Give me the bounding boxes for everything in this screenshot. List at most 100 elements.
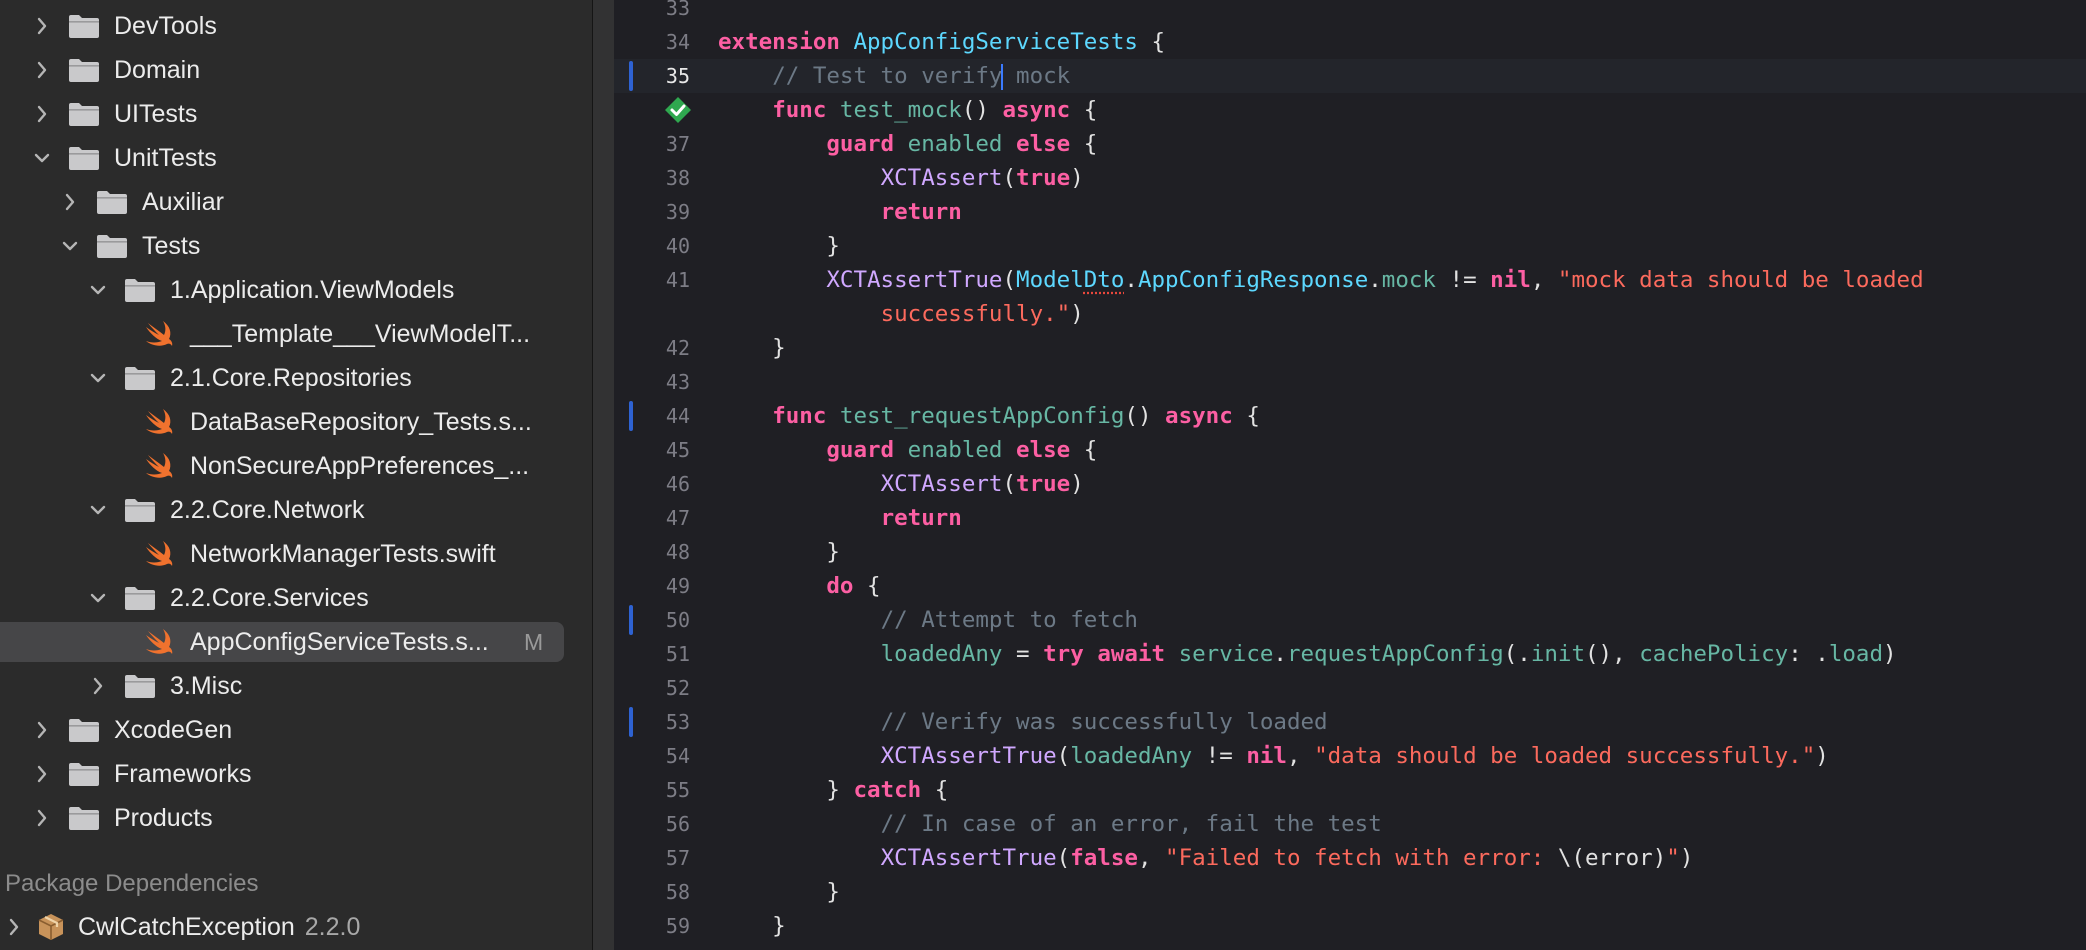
code-line[interactable]: 38 XCTAssert(true) (614, 161, 2086, 195)
chevron-down-icon[interactable] (90, 278, 106, 302)
code-token: ( (1002, 165, 1017, 191)
code-line[interactable]: 39 return (614, 195, 2086, 229)
code-token: } (718, 913, 786, 939)
chevron-right-icon[interactable] (6, 915, 22, 939)
swift-file-icon (144, 320, 174, 348)
code-line[interactable]: } (614, 943, 2086, 950)
change-indicator-bar[interactable] (629, 605, 633, 635)
code-token: XCTAssert (880, 165, 1003, 191)
chevron-right-icon[interactable] (34, 806, 50, 830)
package-icon (36, 912, 66, 942)
code-token: != (1435, 267, 1491, 293)
code-line[interactable]: 35 // Test to verify mock (614, 59, 2086, 93)
folder-row-tests[interactable]: Tests (0, 226, 592, 266)
chevron-right-icon[interactable] (34, 102, 50, 126)
folder-icon (68, 761, 100, 787)
folder-row-unittests[interactable]: UnitTests (0, 138, 592, 178)
chevron-right-icon[interactable] (62, 190, 78, 214)
folder-row-2-2-core-services[interactable]: 2.2.Core.Services (0, 578, 592, 618)
navigator-item-label: Domain (114, 55, 201, 84)
navigator-divider[interactable] (592, 0, 614, 950)
code-token: // Attempt to fetch (880, 607, 1138, 633)
file-row-databaserepository-tests-s[interactable]: DataBaseRepository_Tests.s... (0, 402, 592, 442)
chevron-down-icon[interactable] (90, 366, 106, 390)
package-dependencies-header[interactable]: Package Dependencies (5, 870, 259, 898)
code-line[interactable]: 53 // Verify was successfully loaded (614, 705, 2086, 739)
chevron-down-icon[interactable] (34, 146, 50, 170)
file-row-networkmanagertests-swift[interactable]: NetworkManagerTests.swift (0, 534, 592, 574)
folder-row-frameworks[interactable]: Frameworks (0, 754, 592, 794)
chevron-right-icon[interactable] (34, 718, 50, 742)
chevron-down-icon[interactable] (90, 586, 106, 610)
code-line[interactable]: successfully.") (614, 297, 2086, 331)
code-token: return (880, 505, 962, 531)
chevron-right-icon[interactable] (34, 58, 50, 82)
package-row-cwlcatchexception[interactable]: CwlCatchException 2.2.0 (0, 909, 360, 945)
folder-row-1-application-viewmodels[interactable]: 1.Application.ViewModels (0, 270, 592, 310)
line-number: 38 (665, 166, 690, 190)
chevron-right-icon[interactable] (34, 762, 50, 786)
chevron-down-icon[interactable] (62, 234, 78, 258)
folder-row-3-misc[interactable]: 3.Misc (0, 666, 592, 706)
code-line[interactable]: 50 // Attempt to fetch (614, 603, 2086, 637)
file-row-appconfigservicetests-s[interactable]: AppConfigServiceTests.s... M (0, 622, 592, 662)
code-line[interactable]: 42 } (614, 331, 2086, 365)
code-token: "mock data should be loaded (1557, 267, 1924, 293)
code-line[interactable]: 44 func test_requestAppConfig() async { (614, 399, 2086, 433)
code-line[interactable]: 56 // In case of an error, fail the test (614, 807, 2086, 841)
code-token: mock (1381, 267, 1436, 293)
code-line[interactable]: 51 loadedAny = try await service.request… (614, 637, 2086, 671)
code-token: ) (1883, 641, 1897, 667)
change-indicator-bar[interactable] (629, 707, 633, 737)
code-line[interactable]: 37 guard enabled else { (614, 127, 2086, 161)
code-line[interactable]: 57 XCTAssertTrue(false, "Failed to fetch… (614, 841, 2086, 875)
code-line[interactable]: 47 return (614, 501, 2086, 535)
chevron-right-icon[interactable] (34, 14, 50, 38)
code-line[interactable]: 34 extension AppConfigServiceTests { (614, 25, 2086, 59)
folder-row-products[interactable]: Products (0, 798, 592, 838)
code-line[interactable]: 55 } catch { (614, 773, 2086, 807)
chevron-down-icon[interactable] (90, 498, 106, 522)
line-number: 42 (665, 336, 690, 360)
folder-row-2-2-core-network[interactable]: 2.2.Core.Network (0, 490, 592, 530)
code-line[interactable]: 45 guard enabled else { (614, 433, 2086, 467)
code-token: () (961, 97, 1003, 123)
folder-row-xcodegen[interactable]: XcodeGen (0, 710, 592, 750)
folder-row-auxiliar[interactable]: Auxiliar (0, 182, 592, 222)
code-line[interactable]: 43 (614, 365, 2086, 399)
code-token: // In case of an error, fail the test (880, 811, 1382, 837)
change-indicator-bar[interactable] (629, 61, 633, 91)
folder-icon (68, 57, 100, 83)
code-line[interactable]: 41 XCTAssertTrue(ModelDto.AppConfigRespo… (614, 263, 2086, 297)
change-indicator-bar[interactable] (629, 401, 633, 431)
code-line[interactable]: 58 } (614, 875, 2086, 909)
folder-row-domain[interactable]: Domain (0, 50, 592, 90)
folder-row-2-1-core-repositories[interactable]: 2.1.Core.Repositories (0, 358, 592, 398)
code-line[interactable]: 33 (614, 0, 2086, 25)
code-line[interactable]: 59 } (614, 909, 2086, 943)
file-row-template-viewmodelt[interactable]: ___Template___ViewModelT... (0, 314, 592, 354)
modified-badge: M (524, 629, 544, 655)
spelling-warning-token[interactable]: Dto (1084, 267, 1125, 293)
code-token: : . (1788, 641, 1829, 667)
code-editor[interactable]: 33 34 extension AppConfigServiceTests {35 … (614, 0, 2086, 950)
code-line[interactable]: 49 do { (614, 569, 2086, 603)
code-line[interactable]: 46 XCTAssert(true) (614, 467, 2086, 501)
code-line[interactable]: 36 func test_mock() async { (614, 93, 2086, 127)
line-number: 44 (665, 404, 690, 428)
code-line[interactable]: 40 } (614, 229, 2086, 263)
code-token: , (1286, 743, 1315, 769)
code-line[interactable]: 54 XCTAssertTrue(loadedAny != nil, "data… (614, 739, 2086, 773)
file-row-nonsecureapppreferences[interactable]: NonSecureAppPreferences_... (0, 446, 592, 486)
folder-row-uitests[interactable]: UITests (0, 94, 592, 134)
code-line[interactable]: 48 } (614, 535, 2086, 569)
chevron-right-icon[interactable] (90, 674, 106, 698)
test-passed-icon[interactable] (664, 96, 692, 124)
code-line[interactable]: 52 (614, 671, 2086, 705)
folder-row-devtools[interactable]: DevTools (0, 6, 592, 46)
code-token: { (853, 573, 881, 599)
